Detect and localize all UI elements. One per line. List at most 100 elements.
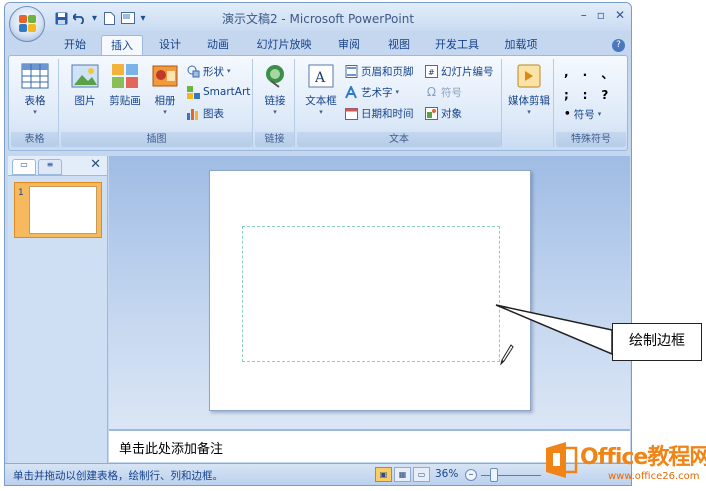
dropdown-arrow-icon: ▾ bbox=[319, 108, 323, 116]
group-special-symbols: , . 、 ; : ? • 符号 ▾ 特殊符号 bbox=[556, 59, 626, 147]
slide-number-button[interactable]: # 幻灯片编号 bbox=[425, 63, 494, 79]
omega-icon: Ω bbox=[426, 84, 437, 99]
wordart-label: 艺术字 bbox=[361, 86, 393, 99]
dropdown-arrow-icon: ▾ bbox=[273, 108, 277, 116]
tab-animations[interactable]: 动画 bbox=[199, 35, 237, 55]
group-links: 链接 ▾ 链接 bbox=[255, 59, 295, 147]
svg-text:A: A bbox=[314, 70, 326, 86]
outline-tab-icon[interactable]: ≡ bbox=[38, 159, 62, 175]
zoom-out-icon[interactable]: – bbox=[465, 469, 477, 481]
wordart-button[interactable]: 艺术字 ▾ bbox=[345, 84, 399, 100]
dropdown-arrow-icon: ▾ bbox=[33, 108, 37, 116]
symbol-button[interactable]: Ω 符号 bbox=[425, 84, 462, 100]
table-button-label: 表格 bbox=[24, 95, 46, 107]
special-symbol-button[interactable]: • 符号 ▾ bbox=[564, 106, 601, 122]
tab-insert[interactable]: 插入 bbox=[101, 35, 143, 55]
tab-view[interactable]: 视图 bbox=[381, 35, 417, 55]
tab-home[interactable]: 开始 bbox=[57, 35, 93, 55]
object-button[interactable]: 对象 bbox=[425, 105, 462, 121]
site-watermark: Office教程网 www.office26.com bbox=[538, 436, 706, 488]
group-text: A 文本框 ▾ 页眉和页脚 艺术字 ▾ 日期和时间 # 幻灯片编号 Ω 符号 对… bbox=[297, 59, 502, 147]
object-icon bbox=[425, 106, 438, 120]
close-button[interactable]: ✕ bbox=[615, 8, 625, 22]
maximize-button[interactable]: ▫ bbox=[597, 8, 605, 22]
group-label-text: 文本 bbox=[297, 132, 501, 147]
group-label-illustrations: 插图 bbox=[61, 132, 252, 147]
smartart-icon bbox=[187, 85, 200, 99]
title-bar: ▾ ▾ 演示文稿2 - Microsoft PowerPoint – ▫ ✕ bbox=[5, 3, 631, 31]
ribbon: 表格 ▾ 表格 图片 剪贴画 相册 ▾ 形状 ▾ SmartArt 图表 插图 … bbox=[8, 55, 628, 151]
header-footer-label: 页眉和页脚 bbox=[361, 65, 414, 78]
smartart-button[interactable]: SmartArt bbox=[187, 84, 250, 100]
symbol-colon[interactable]: : bbox=[583, 88, 602, 102]
slide-show-view-icon[interactable]: ▭ bbox=[413, 467, 430, 482]
symbol-period[interactable]: . bbox=[583, 65, 602, 82]
office-watermark-logo bbox=[544, 442, 578, 478]
chart-label: 图表 bbox=[203, 107, 224, 120]
tab-review[interactable]: 审阅 bbox=[331, 35, 367, 55]
chart-icon bbox=[187, 107, 200, 120]
symbol-enumeration-comma[interactable]: 、 bbox=[601, 65, 620, 82]
media-clips-button[interactable]: 媒体剪辑 ▾ bbox=[506, 63, 552, 116]
header-footer-button[interactable]: 页眉和页脚 bbox=[345, 63, 414, 79]
slide-number-icon: # bbox=[425, 64, 438, 78]
slide-sorter-view-icon[interactable]: ▦ bbox=[394, 467, 411, 482]
object-label: 对象 bbox=[441, 107, 462, 120]
slides-tab-icon[interactable]: ▭ bbox=[12, 159, 36, 175]
drawn-table-border[interactable] bbox=[242, 226, 500, 362]
dropdown-arrow-icon: ▾ bbox=[163, 108, 167, 116]
group-label-tables: 表格 bbox=[11, 132, 58, 147]
office-button[interactable] bbox=[9, 6, 45, 42]
view-buttons: ▣ ▦ ▭ bbox=[375, 467, 430, 482]
date-time-button[interactable]: 日期和时间 bbox=[345, 105, 414, 121]
symbol-question[interactable]: ? bbox=[601, 88, 620, 102]
picture-button[interactable]: 图片 bbox=[67, 63, 103, 108]
links-button[interactable]: 链接 ▾ bbox=[257, 63, 293, 116]
slide-thumbnail[interactable] bbox=[14, 182, 102, 238]
slide-canvas[interactable] bbox=[209, 170, 531, 411]
clipart-button-label: 剪贴画 bbox=[109, 95, 141, 107]
watermark-url: www.office26.com bbox=[608, 471, 700, 482]
media-clips-button-label: 媒体剪辑 bbox=[508, 95, 550, 107]
group-media: 媒体剪辑 ▾ bbox=[504, 59, 554, 147]
normal-view-icon[interactable]: ▣ bbox=[375, 467, 392, 482]
zoom-level[interactable]: 36% bbox=[435, 468, 458, 480]
watermark-title: Office教程网 bbox=[580, 445, 706, 470]
textbox-button-label: 文本框 bbox=[305, 95, 337, 107]
notes-placeholder: 单击此处添加备注 bbox=[119, 442, 224, 457]
clipart-icon bbox=[111, 63, 139, 89]
table-icon bbox=[21, 63, 49, 89]
pane-tabs: ▭ ≡ ✕ bbox=[8, 156, 107, 176]
minimize-button[interactable]: – bbox=[581, 8, 587, 22]
textbox-button[interactable]: A 文本框 ▾ bbox=[301, 63, 341, 116]
slides-pane: ▭ ≡ ✕ 1 bbox=[8, 156, 108, 464]
special-symbol-label: 符号 bbox=[573, 108, 595, 121]
bullet-icon: • bbox=[564, 108, 571, 120]
help-icon[interactable]: ? bbox=[612, 39, 625, 52]
svg-text:#: # bbox=[428, 68, 435, 77]
group-label-special: 特殊符号 bbox=[556, 132, 626, 147]
window-title: 演示文稿2 - Microsoft PowerPoint bbox=[221, 12, 415, 26]
shapes-button[interactable]: 形状 ▾ bbox=[187, 63, 231, 79]
calendar-icon bbox=[345, 107, 358, 120]
tab-add-ins[interactable]: 加载项 bbox=[499, 35, 543, 55]
clipart-button[interactable]: 剪贴画 bbox=[105, 63, 145, 108]
picture-button-label: 图片 bbox=[74, 95, 96, 107]
photo-album-button-label: 相册 bbox=[154, 95, 176, 107]
chart-button[interactable]: 图表 bbox=[187, 105, 224, 121]
symbol-comma[interactable]: , bbox=[564, 65, 583, 82]
media-clips-icon bbox=[517, 63, 541, 89]
link-icon bbox=[263, 63, 287, 89]
shapes-icon bbox=[187, 65, 200, 78]
slide-editing-area bbox=[109, 156, 630, 429]
zoom-slider-thumb[interactable] bbox=[490, 468, 498, 482]
symbol-semicolon[interactable]: ; bbox=[564, 88, 583, 102]
table-button[interactable]: 表格 ▾ bbox=[17, 63, 53, 116]
photo-album-button[interactable]: 相册 ▾ bbox=[147, 63, 183, 116]
header-footer-icon bbox=[345, 64, 358, 78]
close-pane-icon[interactable]: ✕ bbox=[90, 157, 101, 172]
tab-slide-show[interactable]: 幻灯片放映 bbox=[251, 35, 317, 55]
tab-developer[interactable]: 开发工具 bbox=[429, 35, 485, 55]
shapes-label: 形状 bbox=[203, 65, 224, 78]
tab-design[interactable]: 设计 bbox=[151, 35, 189, 55]
